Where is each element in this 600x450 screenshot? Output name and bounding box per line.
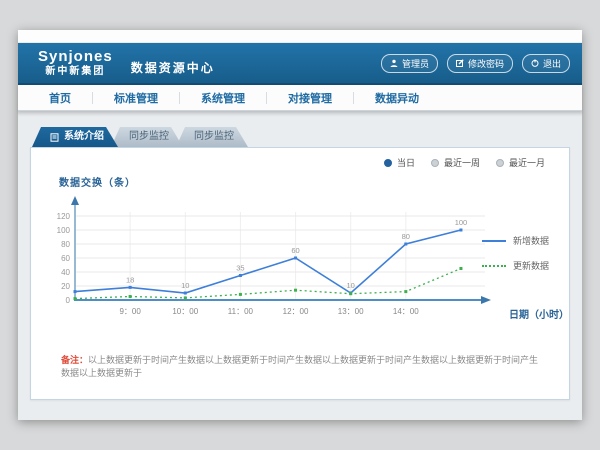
logout-button[interactable]: 退出	[522, 54, 570, 73]
y-axis-arrow-icon	[71, 196, 79, 205]
change-password-label: 修改密码	[468, 57, 504, 70]
data-point	[294, 257, 297, 260]
app-window: Synjones 新中新集团 数据资源中心 管理员 修改密码 退出 首页 标准管…	[18, 30, 582, 420]
admin-user-label: 管理员	[402, 57, 429, 70]
chart-legend: 新增数据 更新数据	[482, 234, 549, 272]
radio-last-week[interactable]: 最近一周	[431, 156, 480, 169]
user-icon	[390, 59, 398, 67]
x-axis-arrow-icon	[481, 296, 491, 304]
radio-unselected-icon	[496, 159, 504, 167]
nav-item-data-change[interactable]: 数据异动	[354, 90, 440, 106]
chart-panel: 当日 最近一周 最近一月 数据交换（条） 0 20 40 60 80 100 120 9：00…	[30, 147, 570, 400]
blue-line-sample-icon	[482, 240, 506, 242]
x-tick-label: 12：00	[283, 307, 309, 316]
edit-icon	[456, 59, 464, 67]
line-chart-svg: 0 20 40 60 80 100 120 9：00 10：00 11：00 12：00 13：00 1…	[45, 188, 515, 328]
radio-today-label: 当日	[397, 156, 415, 169]
data-point-label: 60	[291, 246, 299, 255]
data-point-label: 80	[402, 232, 410, 241]
data-point-label: 10	[181, 281, 189, 290]
brand-logo: Synjones 新中新集团	[38, 49, 113, 77]
radio-today[interactable]: 当日	[384, 156, 415, 169]
main-nav: 首页 标准管理 系统管理 对接管理 数据异动	[18, 85, 582, 111]
x-tick-label: 11：00	[228, 307, 254, 316]
data-point	[129, 286, 132, 289]
y-tick-label: 20	[61, 282, 70, 291]
chart-container: 0 20 40 60 80 100 120 9：00 10：00 11：00 12：00 13：00 1…	[45, 188, 515, 333]
page-title: 数据资源中心	[131, 59, 215, 76]
footnote-text: 以上数据更新于时间产生数据以上数据更新于时间产生数据以上数据更新于时间产生数据以…	[61, 355, 538, 378]
tab-sync-monitor-1[interactable]: 同步监控	[111, 127, 183, 147]
legend-item-new-data: 新增数据	[482, 234, 549, 247]
radio-selected-icon	[384, 159, 392, 167]
footnote: 备注：以上数据更新于时间产生数据以上数据更新于时间产生数据以上数据更新于时间产生…	[61, 354, 545, 379]
nav-item-home[interactable]: 首页	[28, 90, 92, 106]
logout-icon	[531, 59, 539, 67]
data-point	[74, 290, 77, 293]
data-point	[349, 292, 352, 295]
data-point	[74, 297, 77, 300]
tab-system-intro[interactable]: 系统介绍	[32, 127, 118, 147]
chart-y-axis-title: 数据交换（条）	[59, 174, 136, 189]
nav-item-interface-mgmt[interactable]: 对接管理	[267, 90, 353, 106]
radio-last-month[interactable]: 最近一月	[496, 156, 545, 169]
data-point	[184, 292, 187, 295]
radio-unselected-icon	[431, 159, 439, 167]
legend-updated-data-label: 更新数据	[513, 259, 549, 272]
nav-item-system-mgmt[interactable]: 系统管理	[180, 90, 266, 106]
user-actions: 管理员 修改密码 退出	[381, 54, 570, 73]
y-tick-label: 100	[57, 226, 71, 235]
data-point	[239, 274, 242, 277]
x-tick-label: 9：00	[119, 307, 141, 316]
tab-sync-monitor-2[interactable]: 同步监控	[176, 127, 248, 147]
chart-x-axis-title: 日期（小时）	[509, 306, 569, 321]
admin-user-button[interactable]: 管理员	[381, 54, 438, 73]
content-area: 系统介绍 同步监控 同步监控 当日 最近一周	[18, 111, 582, 420]
y-tick-label: 80	[61, 240, 70, 249]
logout-label: 退出	[543, 57, 561, 70]
legend-new-data-label: 新增数据	[513, 234, 549, 247]
data-point-label: 10	[347, 281, 355, 290]
change-password-button[interactable]: 修改密码	[447, 54, 513, 73]
period-filter-group: 当日 最近一周 最近一月	[384, 156, 545, 169]
x-tick-label: 13：00	[338, 307, 364, 316]
y-tick-label: 40	[61, 268, 70, 277]
data-point	[239, 293, 242, 296]
content-top-shadow	[18, 111, 582, 117]
y-tick-label: 60	[61, 254, 70, 263]
tab-bar: 系统介绍 同步监控 同步监控	[32, 127, 248, 147]
radio-last-month-label: 最近一月	[509, 156, 545, 169]
nav-item-standard-mgmt[interactable]: 标准管理	[93, 90, 179, 106]
logo-subtext: 新中新集团	[45, 67, 105, 77]
legend-item-updated-data: 更新数据	[482, 259, 549, 272]
y-tick-label: 120	[57, 212, 71, 221]
data-point	[129, 295, 132, 298]
data-point	[459, 229, 462, 232]
logo-text: Synjones	[38, 49, 113, 64]
app-header: Synjones 新中新集团 数据资源中心 管理员 修改密码 退出	[18, 43, 582, 85]
data-point	[404, 243, 407, 246]
data-point	[184, 296, 187, 299]
radio-last-week-label: 最近一周	[444, 156, 480, 169]
data-point	[459, 267, 462, 270]
green-dotted-line-sample-icon	[482, 265, 506, 267]
tab-sync-monitor-1-label: 同步监控	[129, 131, 169, 142]
tab-system-intro-label: 系统介绍	[64, 127, 104, 147]
document-icon	[50, 133, 59, 142]
data-point-label: 18	[126, 275, 134, 284]
y-tick-label: 0	[66, 296, 71, 305]
tab-sync-monitor-2-label: 同步监控	[194, 131, 234, 142]
browser-top-strip	[18, 30, 582, 43]
data-point-label: 100	[455, 218, 468, 227]
footnote-label: 备注：	[61, 355, 88, 365]
x-tick-label: 10：00	[172, 307, 198, 316]
data-point	[294, 289, 297, 292]
x-tick-label: 14：00	[393, 307, 419, 316]
data-point-label: 35	[236, 264, 244, 273]
data-point	[404, 290, 407, 293]
